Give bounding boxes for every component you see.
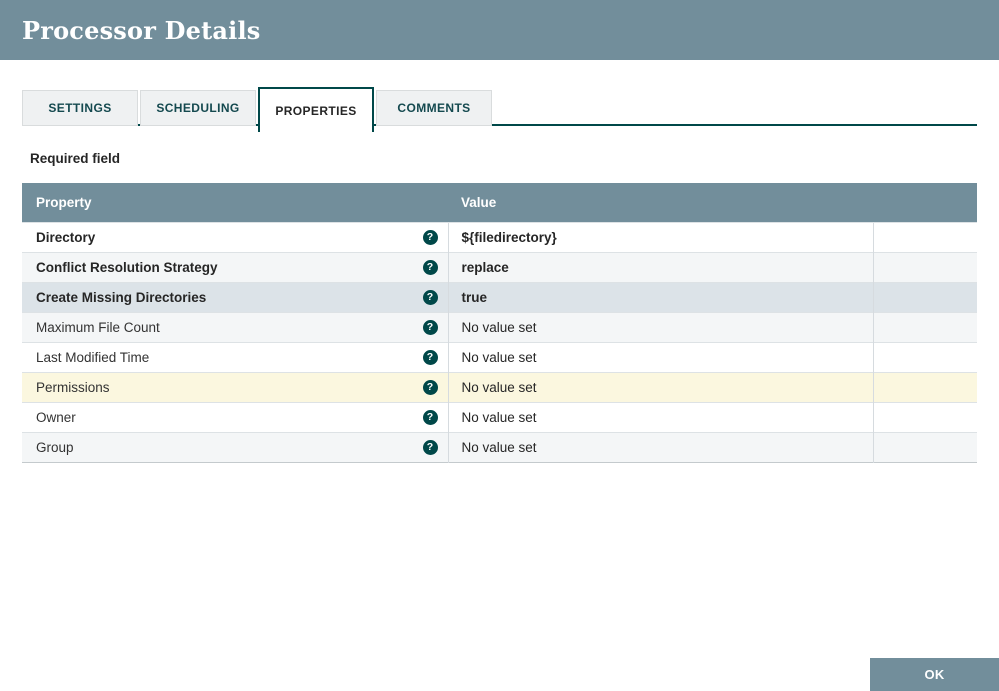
- property-cell: Directory ?: [22, 221, 448, 252]
- table-header-row: Property Value: [22, 183, 977, 222]
- help-icon[interactable]: ?: [422, 379, 438, 395]
- actions-cell: [872, 371, 977, 402]
- help-icon[interactable]: ?: [422, 259, 438, 275]
- property-cell: Last Modified Time ?: [22, 341, 448, 372]
- property-cell: Group ?: [22, 431, 448, 462]
- property-name: Directory: [36, 229, 96, 245]
- property-name: Last Modified Time: [36, 349, 150, 365]
- property-cell: Maximum File Count ?: [22, 311, 448, 342]
- dialog-header: Processor Details: [0, 0, 999, 60]
- actions-cell: [872, 251, 977, 282]
- table-row[interactable]: Permissions ? No value set: [22, 371, 977, 402]
- help-icon[interactable]: ?: [422, 409, 438, 425]
- property-value: No value set: [461, 439, 537, 455]
- property-name: Create Missing Directories: [36, 289, 207, 305]
- value-cell: No value set: [447, 371, 873, 402]
- help-icon[interactable]: ?: [422, 289, 438, 305]
- tabs: SETTINGS SCHEDULING PROPERTIES COMMENTS: [22, 87, 492, 132]
- dialog-title: Processor Details: [22, 15, 261, 45]
- property-value: replace: [461, 259, 509, 275]
- actions-cell: [872, 431, 977, 462]
- value-cell: No value set: [447, 431, 873, 462]
- property-name: Conflict Resolution Strategy: [36, 259, 218, 275]
- value-cell: replace: [447, 251, 873, 282]
- value-cell: No value set: [447, 341, 873, 372]
- tab-comments[interactable]: COMMENTS: [376, 90, 492, 126]
- value-cell: ${filedirectory}: [447, 221, 873, 252]
- value-column-header: Value: [448, 183, 873, 222]
- property-cell: Permissions ?: [22, 371, 448, 402]
- property-value: No value set: [461, 319, 537, 335]
- property-value: true: [461, 289, 488, 305]
- property-value: No value set: [461, 409, 537, 425]
- actions-cell: [872, 221, 977, 252]
- table-row[interactable]: Maximum File Count ? No value set: [22, 311, 977, 342]
- properties-table: Property Value Directory ? ${filedirecto…: [22, 183, 977, 463]
- tab-scheduling[interactable]: SCHEDULING: [140, 90, 256, 126]
- property-cell: Owner ?: [22, 401, 448, 432]
- property-name: Permissions: [36, 379, 110, 395]
- help-icon[interactable]: ?: [422, 319, 438, 335]
- property-value: ${filedirectory}: [461, 229, 557, 245]
- property-value: No value set: [461, 349, 537, 365]
- property-column-header: Property: [22, 183, 448, 222]
- help-icon[interactable]: ?: [422, 349, 438, 365]
- actions-cell: [872, 401, 977, 432]
- tab-settings[interactable]: SETTINGS: [22, 90, 138, 126]
- table-row[interactable]: Last Modified Time ? No value set: [22, 341, 977, 372]
- tab-properties[interactable]: PROPERTIES: [258, 87, 374, 132]
- actions-column-header: [873, 183, 977, 222]
- value-cell: No value set: [447, 401, 873, 432]
- property-name: Maximum File Count: [36, 319, 160, 335]
- property-name: Group: [36, 439, 74, 455]
- actions-cell: [872, 281, 977, 312]
- tab-label: SCHEDULING: [156, 101, 240, 115]
- actions-cell: [872, 341, 977, 372]
- property-cell: Conflict Resolution Strategy ?: [22, 251, 448, 282]
- property-cell: Create Missing Directories ?: [22, 281, 448, 312]
- processor-details-dialog: Processor Details SETTINGS SCHEDULING PR…: [0, 0, 999, 691]
- property-value: No value set: [461, 379, 537, 395]
- property-name: Owner: [36, 409, 76, 425]
- help-icon[interactable]: ?: [422, 439, 438, 455]
- table-row[interactable]: Owner ? No value set: [22, 401, 977, 432]
- tab-label: PROPERTIES: [275, 103, 357, 118]
- tab-label: SETTINGS: [48, 101, 112, 115]
- properties-table-body: Directory ? ${filedirectory} Conflict Re…: [22, 221, 977, 462]
- actions-cell: [872, 311, 977, 342]
- required-field-label: Required field: [30, 151, 121, 166]
- tab-label: COMMENTS: [397, 101, 471, 115]
- value-cell: No value set: [447, 311, 873, 342]
- table-row[interactable]: Group ? No value set: [22, 431, 977, 462]
- table-row[interactable]: Directory ? ${filedirectory}: [22, 221, 977, 252]
- table-row[interactable]: Conflict Resolution Strategy ? replace: [22, 251, 977, 282]
- help-icon[interactable]: ?: [422, 229, 438, 245]
- table-row[interactable]: Create Missing Directories ? true: [22, 281, 977, 312]
- value-cell: true: [447, 281, 873, 312]
- ok-button[interactable]: OK: [870, 658, 999, 691]
